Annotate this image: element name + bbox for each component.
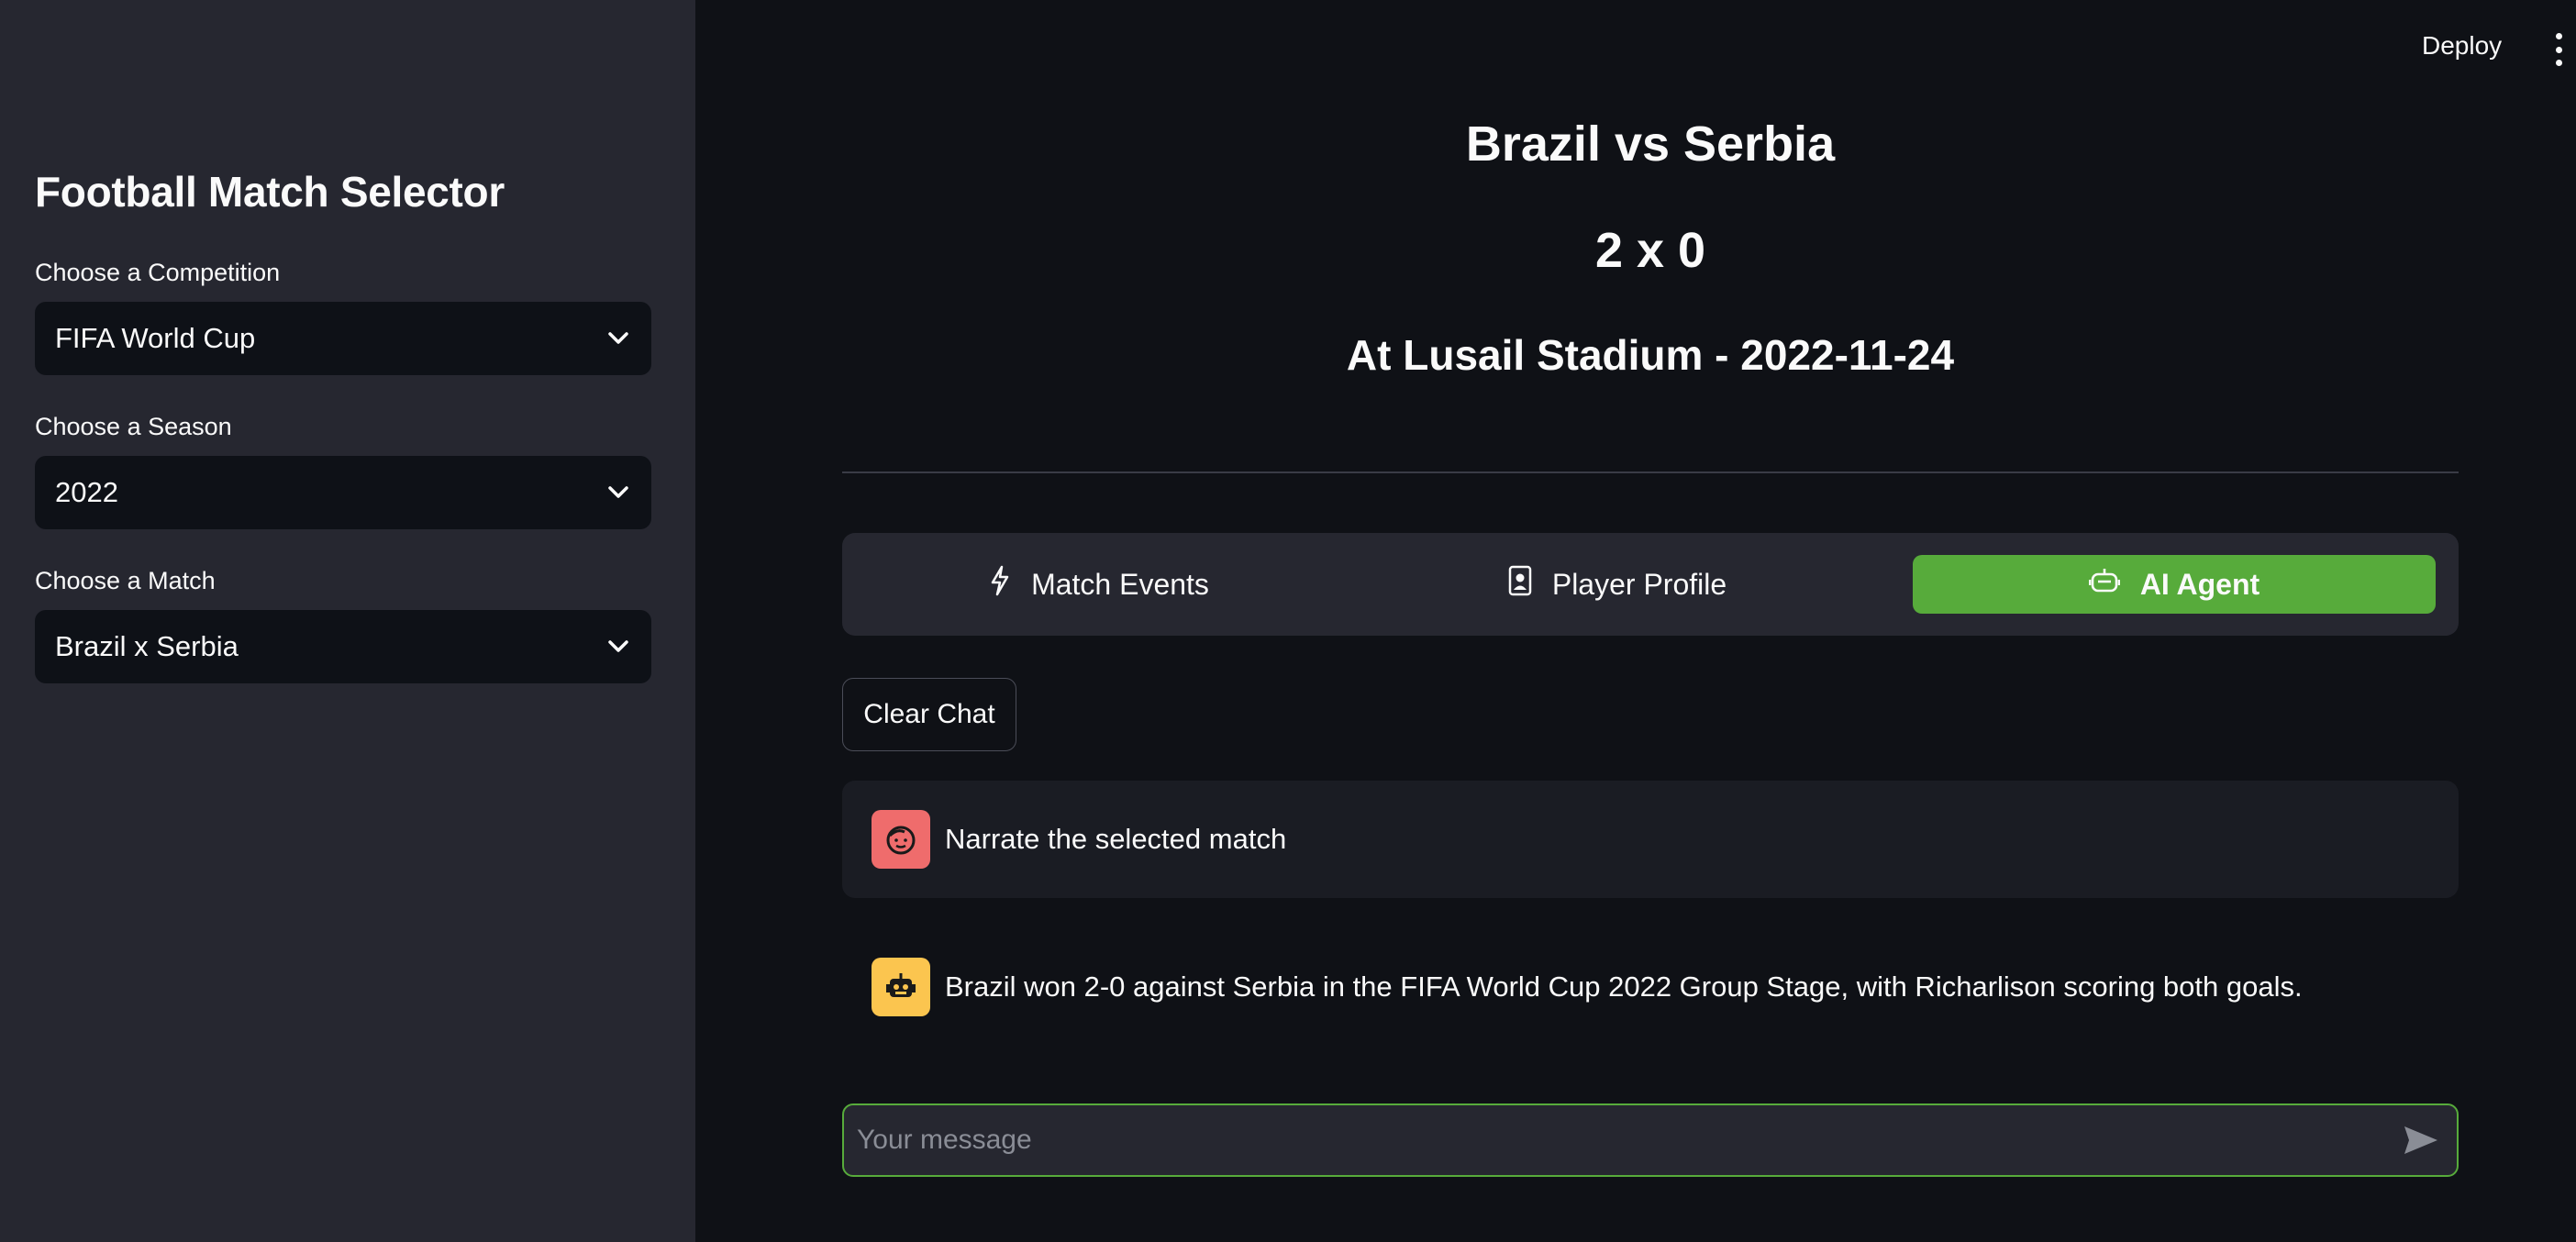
chat-message-user: Narrate the selected match: [842, 781, 2459, 898]
robot-icon: [872, 958, 930, 1016]
match-label: Choose a Match: [35, 567, 216, 594]
tab-label: Player Profile: [1551, 567, 1727, 601]
chat-input[interactable]: [857, 1105, 2361, 1175]
tab-label: Match Events: [1031, 567, 1209, 601]
match-title: Brazil vs Serbia: [1465, 116, 1836, 172]
user-face-icon: [872, 810, 930, 869]
chevron-down-icon: [605, 634, 631, 660]
message-text: Brazil won 2-0 against Serbia in the FIF…: [945, 970, 2303, 1003]
message-text: Narrate the selected match: [945, 823, 1287, 855]
competition-select[interactable]: FIFA World Cup: [35, 302, 651, 375]
season-value: 2022: [55, 476, 118, 508]
match-score: 2 x 0: [1594, 223, 1706, 278]
match-value: Brazil x Serbia: [55, 630, 239, 662]
competition-label: Choose a Competition: [35, 259, 281, 286]
clear-chat-button[interactable]: Clear Chat: [842, 678, 1016, 751]
match-select[interactable]: Brazil x Serbia: [35, 610, 651, 683]
tab-player-profile[interactable]: Player Profile: [1503, 555, 1732, 614]
sidebar-title: Football Match Selector: [35, 168, 505, 216]
tab-bar: Match Events Player Profile AI Agent: [842, 533, 2459, 636]
robot-icon: [2088, 567, 2121, 602]
app: Football Match Selector Choose a Competi…: [0, 0, 2576, 1242]
profile-card-icon: [1508, 565, 1532, 604]
lightning-icon: [989, 565, 1011, 604]
chevron-down-icon: [605, 480, 631, 505]
match-venue: At Lusail Stadium - 2022-11-24: [1346, 331, 1955, 379]
chat-input-container: [842, 1103, 2459, 1177]
chat-message-assistant: Brazil won 2-0 against Serbia in the FIF…: [842, 928, 2459, 1046]
season-select[interactable]: 2022: [35, 456, 651, 529]
tab-label: AI Agent: [2139, 567, 2260, 601]
chevron-down-icon: [605, 326, 631, 351]
deploy-button[interactable]: Deploy: [2422, 31, 2502, 61]
tab-ai-agent[interactable]: AI Agent: [1913, 555, 2436, 614]
send-icon[interactable]: [2402, 1122, 2440, 1159]
season-label: Choose a Season: [35, 413, 232, 440]
kebab-menu-icon[interactable]: [2552, 33, 2565, 66]
divider: [842, 471, 2459, 473]
competition-value: FIFA World Cup: [55, 322, 256, 354]
tab-match-events[interactable]: Match Events: [989, 555, 1209, 614]
sidebar: Football Match Selector Choose a Competi…: [0, 0, 695, 1242]
